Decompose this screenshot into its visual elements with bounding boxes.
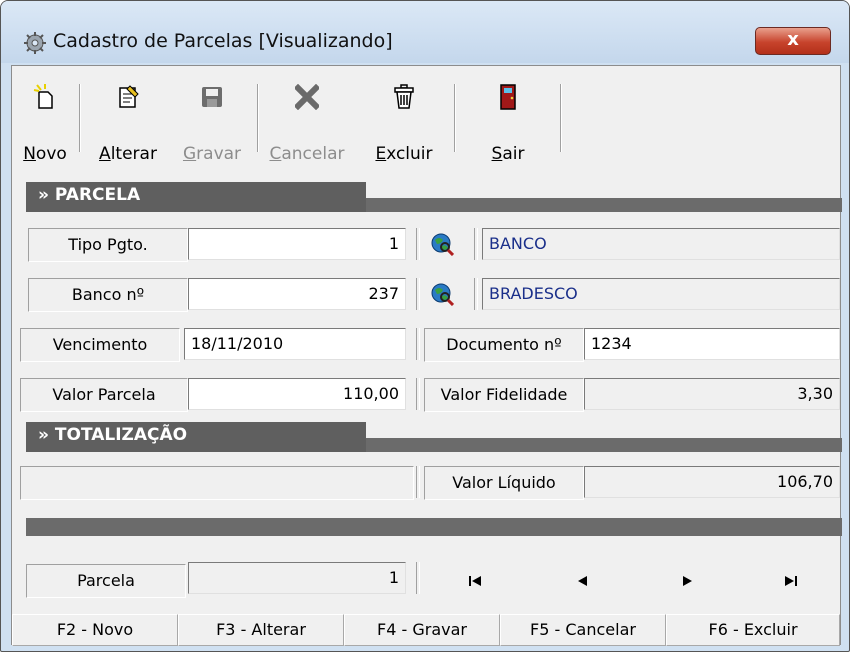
divider-bar: [26, 518, 842, 536]
close-icon: x: [787, 29, 799, 50]
close-button[interactable]: x: [755, 27, 831, 55]
lookup-search-icon[interactable]: [430, 282, 454, 306]
field-separator: [416, 228, 420, 260]
cancelar-button[interactable]: Cancelar: [262, 74, 352, 174]
toolbar-separator: [560, 84, 562, 152]
section-title: » TOTALIZAÇÃO: [38, 425, 188, 445]
field-separator: [474, 228, 478, 260]
field-separator: [474, 278, 478, 310]
alterar-button[interactable]: Alterar: [92, 74, 164, 174]
sair-button[interactable]: Sair: [472, 74, 544, 174]
lookup-search-icon[interactable]: [430, 232, 454, 256]
field-separator: [416, 562, 420, 594]
banco-description: BRADESCO: [482, 278, 840, 310]
valor-liquido-label: Valor Líquido: [424, 466, 584, 500]
banco-label: Banco nº: [28, 278, 188, 312]
vencimento-label: Vencimento: [20, 328, 180, 362]
valor-parcela-field[interactable]: 110,00: [188, 378, 406, 410]
exit-door-icon: [500, 84, 516, 110]
gravar-label: Gravar: [182, 144, 242, 164]
app-gear-icon: [24, 32, 46, 54]
toolbar-separator: [79, 84, 81, 152]
excluir-button[interactable]: Excluir: [364, 74, 444, 174]
totals-empty-cell: [20, 466, 414, 500]
previous-record-icon[interactable]: [570, 568, 596, 594]
documento-field[interactable]: 1234: [584, 328, 840, 360]
application-window: Cadastro de Parcelas [Visualizando] x No…: [0, 0, 850, 652]
f3-alterar-shortcut[interactable]: F3 - Alterar: [178, 614, 344, 646]
field-separator: [416, 466, 420, 498]
tipo-pgto-description: BANCO: [482, 228, 840, 260]
save-disk-icon: [202, 87, 222, 107]
section-parcela: » PARCELA: [26, 182, 842, 212]
novo-button[interactable]: Novo: [14, 74, 76, 174]
last-record-icon[interactable]: [778, 568, 804, 594]
valor-fidelidade-field: 3,30: [584, 378, 840, 410]
banco-field[interactable]: 237: [188, 278, 406, 310]
valor-parcela-label: Valor Parcela: [20, 378, 188, 412]
form-client-area: Novo Alterar Gravar Cancelar Excluir Sai…: [11, 65, 842, 646]
f5-cancelar-shortcut[interactable]: F5 - Cancelar: [500, 614, 666, 646]
window-title: Cadastro de Parcelas [Visualizando]: [53, 30, 393, 52]
vencimento-field[interactable]: 18/11/2010: [184, 328, 406, 360]
gravar-button[interactable]: Gravar: [172, 74, 252, 174]
toolbar-separator: [257, 84, 259, 152]
trash-icon: [394, 84, 414, 109]
valor-liquido-field: 106,70: [584, 466, 840, 498]
tipo-pgto-label: Tipo Pgto.: [28, 228, 188, 262]
edit-document-icon: [119, 85, 139, 108]
next-record-icon[interactable]: [674, 568, 700, 594]
toolbar-separator: [454, 84, 456, 152]
new-document-icon: [33, 84, 53, 109]
f6-excluir-shortcut[interactable]: F6 - Excluir: [666, 614, 840, 646]
documento-label: Documento nº: [424, 328, 584, 362]
novo-label: Novo: [23, 144, 67, 164]
parcela-nav-field: 1: [188, 562, 406, 594]
f2-novo-shortcut[interactable]: F2 - Novo: [12, 614, 178, 646]
field-separator: [416, 328, 420, 360]
section-line: [366, 198, 842, 212]
valor-fidelidade-label: Valor Fidelidade: [424, 378, 584, 412]
alterar-label: Alterar: [99, 144, 157, 164]
excluir-label: Excluir: [375, 144, 433, 164]
cancel-x-icon: [295, 84, 319, 110]
section-title: » PARCELA: [38, 185, 141, 205]
title-bar: Cadastro de Parcelas [Visualizando] x: [1, 1, 849, 63]
cancelar-label: Cancelar: [269, 144, 345, 164]
section-line: [366, 438, 842, 452]
first-record-icon[interactable]: [462, 568, 488, 594]
sair-label: Sair: [491, 144, 525, 164]
field-separator: [416, 278, 420, 310]
tipo-pgto-field[interactable]: 1: [188, 228, 406, 260]
f4-gravar-shortcut[interactable]: F4 - Gravar: [344, 614, 500, 646]
section-totalizacao: » TOTALIZAÇÃO: [26, 422, 842, 452]
field-separator: [416, 378, 420, 410]
parcela-nav-label: Parcela: [26, 564, 186, 598]
